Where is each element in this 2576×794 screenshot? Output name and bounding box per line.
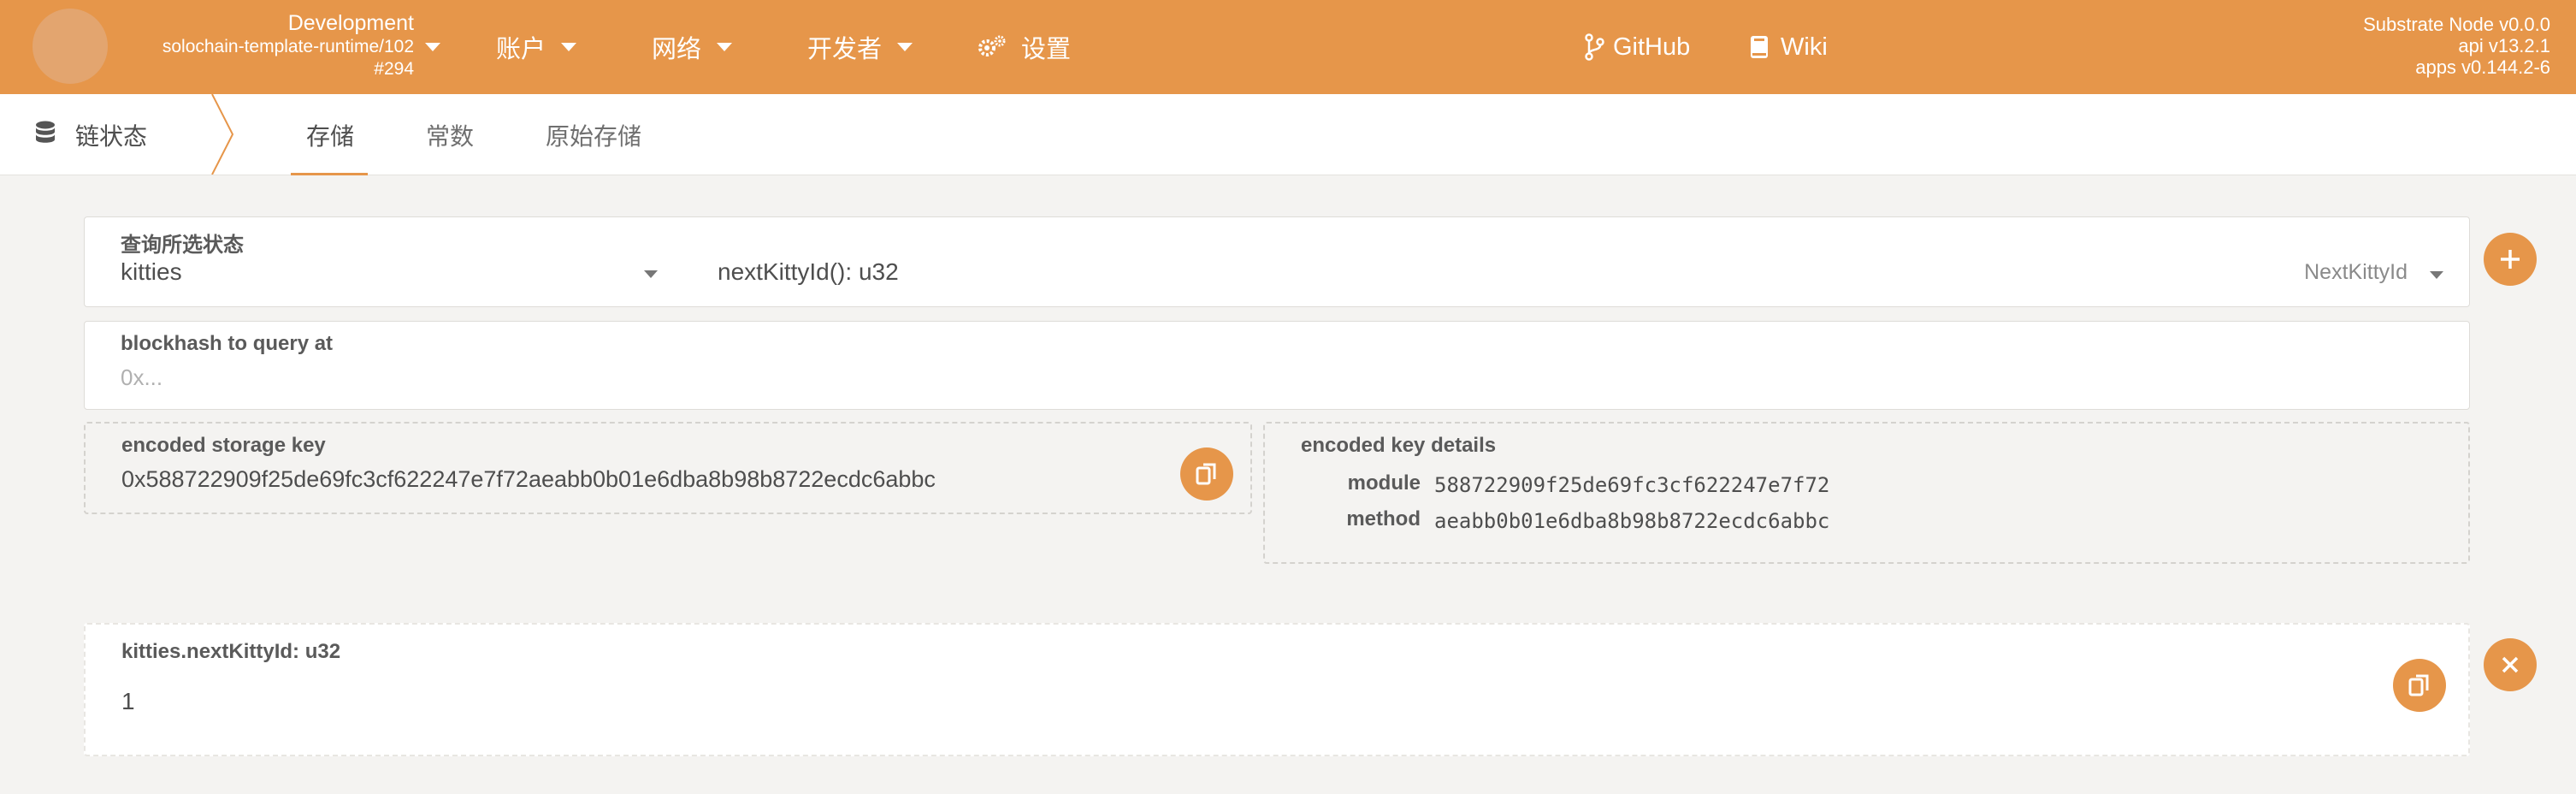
nav-accounts[interactable]: 账户	[496, 27, 577, 67]
encoded-key-details-card: encoded key details module 588722909f25d…	[1263, 422, 2470, 564]
chevron-down-icon[interactable]	[2430, 271, 2443, 279]
encoded-key-label: encoded storage key	[121, 434, 326, 457]
module-select-value[interactable]: kitties	[121, 258, 182, 286]
database-icon	[34, 120, 56, 151]
top-bar: Development solochain-template-runtime/1…	[0, 0, 2576, 94]
remove-query-button[interactable]	[2484, 638, 2537, 691]
result-card: kitties.nextKittyId: u32 1	[84, 623, 2470, 756]
nav-settings[interactable]: 设置	[977, 27, 1071, 67]
copy-key-button[interactable]	[1180, 447, 1233, 501]
blockhash-label: blockhash to query at	[121, 332, 334, 355]
wiki-link[interactable]: Wiki	[1750, 27, 1828, 67]
result-value: 1	[121, 688, 135, 714]
wiki-label: Wiki	[1781, 33, 1828, 61]
close-icon	[2501, 655, 2520, 674]
breadcrumb-separator	[211, 94, 234, 175]
chevron-down-icon	[561, 43, 577, 51]
tab-constants[interactable]: 常数	[426, 118, 474, 152]
nav-developer[interactable]: 开发者	[807, 27, 913, 67]
plus-icon	[2499, 248, 2521, 270]
chevron-down-icon[interactable]	[644, 270, 658, 278]
blockhash-input[interactable]: 0x...	[121, 364, 162, 391]
copy-result-button[interactable]	[2393, 659, 2446, 712]
method-label: method	[1346, 507, 1421, 530]
nav-label: 网络	[652, 36, 702, 63]
nav-label: 设置	[1021, 36, 1072, 63]
section-title-label: 链状态	[75, 123, 148, 150]
branch-icon	[1584, 33, 1604, 61]
query-label: 查询所选状态	[121, 234, 244, 257]
github-label: GitHub	[1613, 33, 1691, 61]
module-hash: 588722909f25de69fc3cf622247e7f72	[1434, 473, 1830, 497]
chevron-down-icon	[897, 43, 913, 51]
apps-version: apps v0.144.2-6	[2415, 56, 2550, 78]
encoded-key-value: 0x588722909f25de69fc3cf622247e7f72aeabb0…	[121, 466, 936, 492]
copy-icon	[1196, 462, 1218, 486]
copy-icon	[2408, 673, 2431, 697]
chevron-down-icon	[717, 43, 733, 51]
section-title: 链状态	[34, 118, 147, 152]
tab-storage[interactable]: 存储	[306, 118, 354, 152]
tab-raw-storage[interactable]: 原始存储	[546, 118, 641, 152]
chain-logo[interactable]	[32, 9, 108, 84]
sub-navigation: 链状态 存储 常数 原始存储	[0, 94, 2576, 175]
encoded-key-card: encoded storage key 0x588722909f25de69fc…	[84, 422, 1252, 514]
nav-network[interactable]: 网络	[652, 27, 733, 67]
chain-name: Development	[287, 11, 414, 35]
method-hash: aeabb0b01e6dba8b98b8722ecdc6abbc	[1434, 509, 1830, 533]
details-label: encoded key details	[1301, 434, 1497, 457]
query-card: 查询所选状态 kitties nextKittyId(): u32 NextKi…	[84, 216, 2470, 307]
api-version: api v13.2.1	[2458, 35, 2550, 56]
chain-selector[interactable]: Development solochain-template-runtime/1…	[128, 10, 414, 80]
add-query-button[interactable]	[2484, 233, 2537, 286]
best-block: #294	[374, 59, 414, 79]
nav-label: 账户	[496, 36, 547, 63]
runtime-version: solochain-template-runtime/102	[162, 37, 414, 56]
module-label: module	[1347, 471, 1421, 495]
gear-icon	[977, 34, 1007, 60]
method-name-hint: NextKittyId	[2304, 260, 2408, 284]
nav-label: 开发者	[807, 36, 883, 63]
github-link[interactable]: GitHub	[1584, 27, 1690, 67]
chevron-down-icon[interactable]	[425, 43, 440, 51]
node-version: Substrate Node v0.0.0	[2363, 14, 2550, 35]
result-label: kitties.nextKittyId: u32	[121, 640, 341, 663]
blockhash-card[interactable]: blockhash to query at 0x...	[84, 321, 2470, 410]
book-icon	[1750, 35, 1769, 59]
method-select-value[interactable]: nextKittyId(): u32	[718, 258, 899, 286]
active-tab-indicator	[291, 173, 368, 175]
version-info: Substrate Node v0.0.0 api v13.2.1 apps v…	[2363, 14, 2550, 78]
